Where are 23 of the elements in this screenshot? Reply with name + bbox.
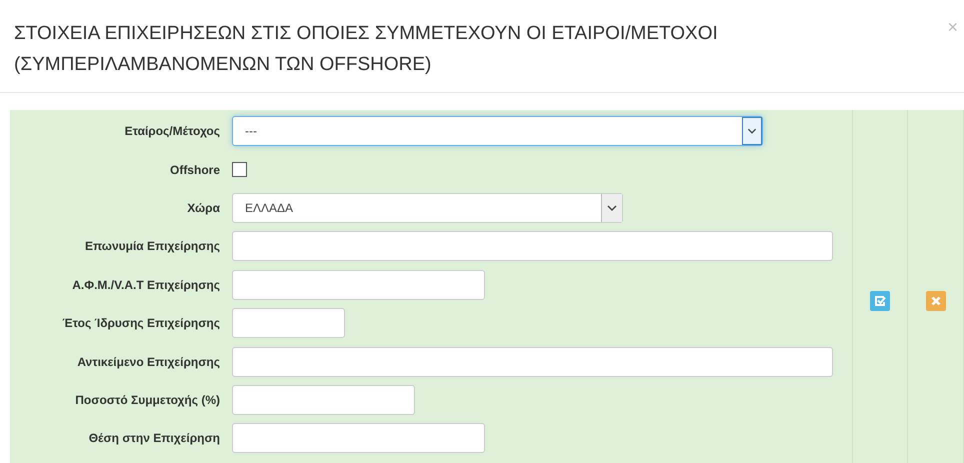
dropdown[interactable]: --- <box>232 116 763 146</box>
dropdown[interactable]: ΕΛΛΑΔΑ <box>232 192 623 223</box>
input-field[interactable] <box>232 346 833 377</box>
caret-icon <box>742 117 762 146</box>
input-field[interactable] <box>232 423 485 454</box>
field-label: Θέση στην Επιχείρηση <box>88 431 221 446</box>
field-label: Χώρα <box>186 200 221 215</box>
field-label: Αντικείμενο Επιχείρησης <box>76 354 221 369</box>
field-label: Εταίρος/Μέτοχος <box>124 124 221 138</box>
input-field[interactable] <box>232 231 833 262</box>
input-field[interactable] <box>232 308 345 338</box>
field-label: Έτος Ίδρυσης Επιχείρησης <box>61 316 221 330</box>
modal-title: ΣΤΟΙΧΕΙΑ ΕΠΙΧΕΙΡΗΣΕΩΝ ΣΤΙΣ ΟΠΟΙΕΣ ΣΥΜΜΕΤΕΧΟΥΝ ΟΙ ΕΤΑΙΡΟΙ/ΜΕΤΟΧΟΙ (ΣΥΜΠΕΡΙΛΑΜΒΑΝΟΜΕΝΩΝ ΤΩΝ OFFSHORE) <box>14 22 719 77</box>
field-label: Offshore <box>168 162 221 177</box>
field-label: Επωνυμία Επιχείρησης <box>84 239 221 254</box>
input-field[interactable] <box>232 270 485 300</box>
checkbox[interactable] <box>232 162 247 178</box>
caret-icon <box>601 194 622 222</box>
edit-check-icon[interactable] <box>870 291 890 311</box>
field-label: Ποσοστό Συμμετοχής (%) <box>74 392 221 407</box>
input-field[interactable] <box>232 384 415 415</box>
field-label: Α.Φ.Μ./V.A.T Επιχείρησης <box>71 278 221 292</box>
delete-icon[interactable] <box>926 291 946 311</box>
